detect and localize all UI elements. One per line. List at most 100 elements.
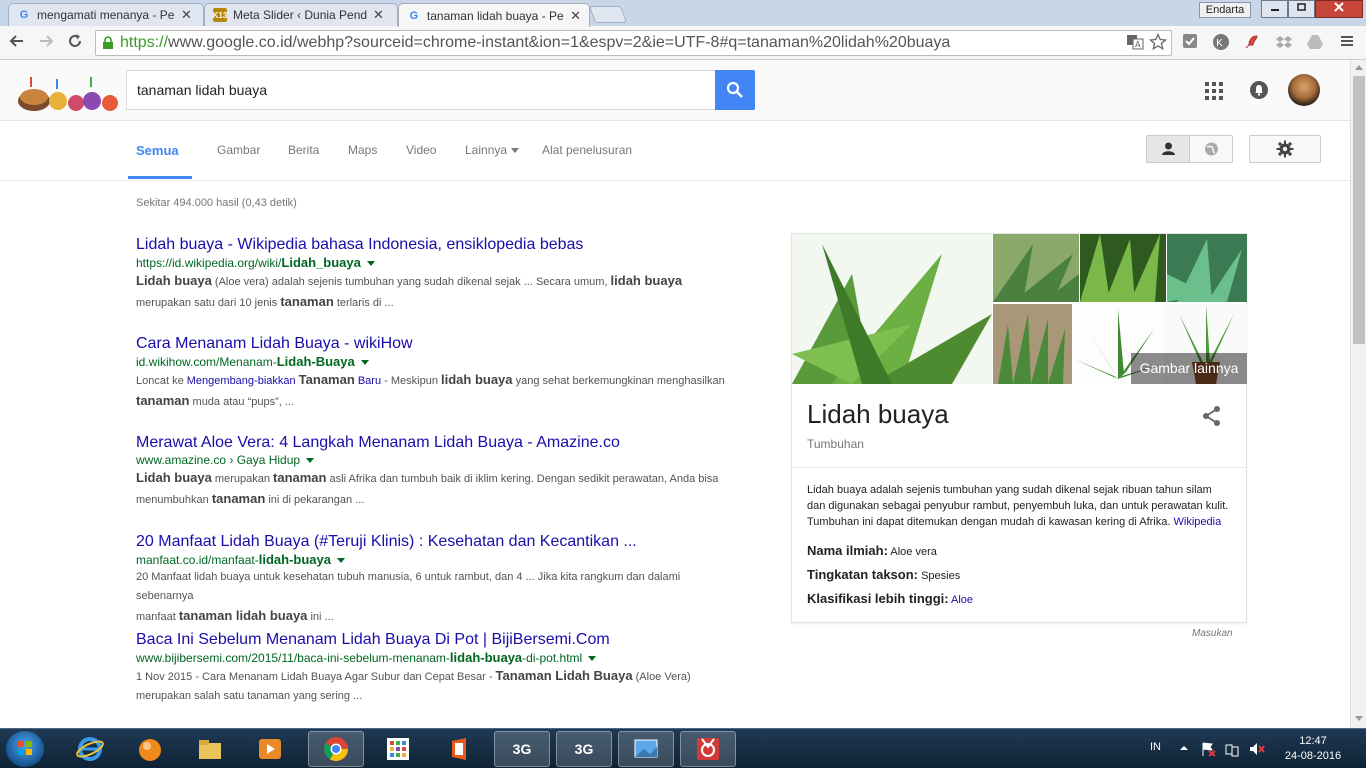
tab-title: tanaman lidah buaya - Pe [426, 8, 564, 23]
taskbar-picture-viewer[interactable] [618, 731, 674, 767]
extension-badge-icon[interactable]: K [1211, 33, 1231, 53]
back-arrow-icon[interactable] [6, 32, 28, 54]
tab-video[interactable]: Video [406, 143, 436, 157]
action-center-flag-icon[interactable] [1200, 741, 1216, 757]
result-url-dropdown-icon[interactable] [366, 261, 375, 267]
feedback-link[interactable]: Masukan [1192, 628, 1233, 639]
result-title-link[interactable]: Baca Ini Sebelum Menanam Lidah Buaya Di … [136, 630, 736, 650]
aloe-vera-image-1[interactable] [792, 234, 992, 384]
share-icon[interactable] [1200, 404, 1224, 428]
aloe-vera-image-4[interactable] [1167, 234, 1247, 302]
tab-lainnya[interactable]: Lainnya [465, 143, 520, 157]
result-title-link[interactable]: Cara Menanam Lidah Buaya - wikiHow [136, 334, 736, 354]
snippet-text: - Meskipun [381, 375, 441, 387]
search-button[interactable] [715, 70, 755, 110]
scroll-up-arrow-icon[interactable] [1355, 65, 1363, 70]
tab-gambar[interactable]: Gambar [217, 143, 260, 157]
taskbar-3g-modem-1[interactable]: 3G [494, 731, 550, 767]
reload-icon[interactable] [64, 32, 86, 54]
translate-icon[interactable]: A [1126, 33, 1144, 59]
wikipedia-link[interactable]: Wikipedia [1174, 516, 1222, 528]
taskbar-file-explorer[interactable] [182, 731, 238, 767]
result-url-dropdown-icon[interactable] [336, 558, 345, 564]
scrollbar-thumb[interactable] [1353, 76, 1365, 344]
snippet-text: merupakan satu dari 10 jenis [136, 297, 281, 309]
personal-results-button[interactable] [1147, 136, 1190, 162]
taskbar-media-player[interactable] [242, 731, 298, 767]
result-url-dropdown-icon[interactable] [360, 360, 369, 366]
page-scrollbar[interactable] [1350, 60, 1366, 728]
search-input[interactable]: tanaman lidah buaya [126, 70, 716, 110]
tab-lainnya-label: Lainnya [465, 143, 508, 157]
system-clock[interactable]: 12:47 24-08-2016 [1282, 734, 1344, 764]
more-images-link[interactable]: Gambar lainnya [1131, 353, 1247, 384]
browser-tab-2[interactable]: K13 Meta Slider ‹ Dunia Pendi ✕ [204, 3, 398, 26]
google-doodle-logo-icon[interactable] [16, 73, 122, 115]
tab-alat-penelusuran[interactable]: Alat penelusuran [542, 143, 632, 157]
tab-close-icon[interactable]: ✕ [373, 7, 384, 23]
show-hidden-icons-icon[interactable] [1179, 743, 1189, 753]
browser-tab-3-active[interactable]: G tanaman lidah buaya - Pe ✕ [398, 3, 590, 27]
close-window-button[interactable] [1315, 0, 1363, 18]
google-apps-grid-icon[interactable] [1205, 82, 1223, 100]
result-url-dropdown-icon[interactable] [588, 656, 597, 662]
snippet-bold: tanaman [211, 491, 266, 506]
jump-to-section-link[interactable]: Mengembang-biakkan Tanaman Baru [187, 372, 382, 387]
bookmark-star-icon[interactable] [1148, 32, 1168, 59]
jump-link-tail: Baru [354, 375, 382, 387]
aloe-vera-image-2[interactable] [993, 234, 1079, 302]
result-title-link[interactable]: Merawat Aloe Vera: 4 Langkah Menanam Lid… [136, 433, 736, 453]
colored-grid-app-icon [387, 738, 409, 760]
address-bar[interactable]: https://www.google.co.id/webhp?sourceid=… [95, 30, 1172, 56]
tab-semua[interactable]: Semua [136, 143, 179, 158]
snippet-text: terlaris di ... [333, 297, 394, 309]
fact-value-link[interactable]: Aloe [951, 594, 973, 606]
globe-icon[interactable] [1190, 136, 1233, 162]
user-avatar[interactable] [1288, 74, 1320, 106]
new-tab-button[interactable] [588, 6, 628, 23]
taskbar-chrome[interactable] [308, 731, 364, 767]
snippet-bold: Tanaman Lidah Buaya [495, 668, 633, 683]
result-title-link[interactable]: 20 Manfaat Lidah Buaya (#Teruji Klinis) … [136, 532, 736, 552]
settings-button[interactable] [1249, 135, 1321, 163]
taskbar-app-grid[interactable] [370, 731, 426, 767]
snippet-bold: tanaman [280, 294, 334, 309]
start-button[interactable] [6, 731, 44, 767]
result-snippet: Loncat ke Mengembang-biakkan Tanaman Bar… [136, 370, 736, 412]
rocket-extension-icon[interactable] [1242, 33, 1262, 53]
chrome-menu-icon[interactable] [1337, 33, 1357, 53]
taskbar-ie[interactable] [62, 731, 118, 767]
scroll-down-arrow-icon[interactable] [1355, 716, 1363, 721]
tab-maps[interactable]: Maps [348, 143, 377, 157]
taskbar-screen-capture[interactable] [680, 731, 736, 767]
result-url-bold: lidah-buaya [449, 650, 523, 665]
profile-user-button[interactable]: Endarta [1199, 2, 1251, 18]
maximize-window-button[interactable] [1288, 0, 1315, 18]
folder-icon [199, 740, 221, 759]
browser-tab-1[interactable]: G mengamati menanya - Pe ✕ [8, 3, 204, 26]
result-stats: Sekitar 494.000 hasil (0,43 detik) [136, 197, 297, 209]
notifications-bell-icon[interactable] [1250, 81, 1268, 99]
extension-check-icon[interactable] [1180, 33, 1200, 53]
taskbar-3g-modem-2[interactable]: 3G [556, 731, 612, 767]
minimize-window-button[interactable] [1261, 0, 1288, 18]
tab-close-icon[interactable]: ✕ [570, 8, 581, 24]
input-language[interactable]: IN [1150, 741, 1161, 753]
aloe-vera-image-3[interactable] [1080, 234, 1166, 302]
tab-berita[interactable]: Berita [288, 143, 319, 157]
google-favicon-icon: G [409, 9, 419, 22]
network-icon[interactable] [1224, 741, 1240, 757]
result-title-link[interactable]: Lidah buaya - Wikipedia bahasa Indonesia… [136, 235, 736, 255]
taskbar-office[interactable] [432, 731, 488, 767]
result-url-dropdown-icon[interactable] [306, 458, 315, 464]
tab-close-icon[interactable]: ✕ [181, 7, 192, 23]
result-url-bold: Lidah_buaya [281, 255, 361, 270]
drive-icon[interactable] [1305, 33, 1325, 53]
dropbox-icon[interactable] [1274, 33, 1294, 53]
forward-arrow-icon[interactable] [35, 32, 57, 54]
result-url: www.amazine.co › Gaya Hidup [136, 453, 736, 468]
taskbar-app-orange[interactable] [122, 731, 178, 767]
volume-muted-icon[interactable] [1248, 741, 1266, 757]
personal-results-toggle[interactable] [1146, 135, 1233, 163]
aloe-vera-image-5[interactable] [993, 304, 1072, 384]
